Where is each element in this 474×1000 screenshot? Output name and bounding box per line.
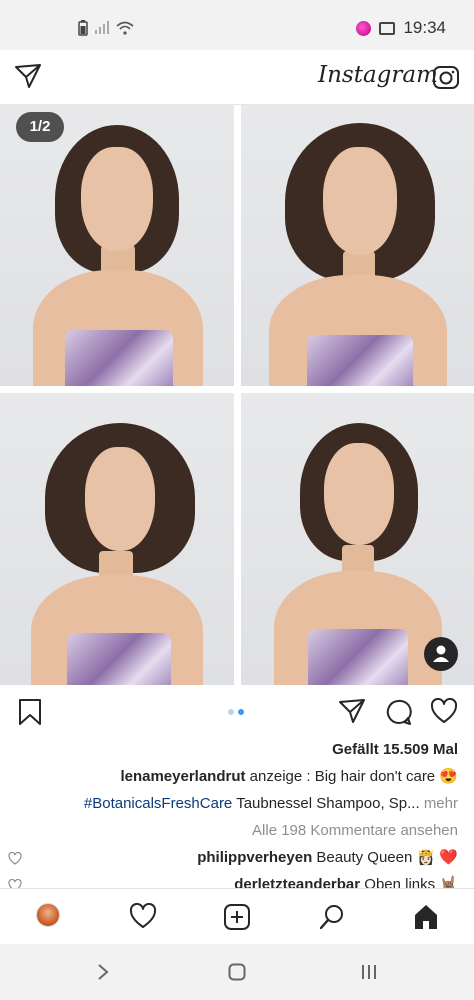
post-caption-area: Gefällt 15.509 Mal lenameyerlandrut anze… xyxy=(8,736,458,898)
profile-avatar[interactable] xyxy=(36,903,60,927)
person-icon xyxy=(433,645,449,662)
search-icon[interactable] xyxy=(318,903,346,931)
status-bar: 19:34 xyxy=(0,0,474,50)
direct-message-icon[interactable] xyxy=(14,63,42,89)
new-post-icon[interactable] xyxy=(223,903,251,931)
caption-text: anzeige : Big hair don't care 😍 xyxy=(249,768,458,785)
battery-icon xyxy=(78,20,88,36)
person-figure xyxy=(27,125,207,386)
person-figure xyxy=(268,423,448,685)
home-icon[interactable] xyxy=(412,903,440,931)
post-photo xyxy=(241,105,474,386)
instagram-logo[interactable]: Instagram xyxy=(318,62,438,88)
post-photo-carousel[interactable] xyxy=(0,105,474,685)
caption-line: lenameyerlandrut anzeige : Big hair don'… xyxy=(8,763,458,790)
camera-icon[interactable] xyxy=(432,63,460,91)
caption-line-2: #BotanicalsFreshCare Taubnessel Shampoo,… xyxy=(8,790,458,817)
comment-icon[interactable] xyxy=(384,698,412,726)
status-left-icons xyxy=(78,20,134,36)
recent-apps-icon[interactable] xyxy=(360,963,378,981)
caption-more-link[interactable]: mehr xyxy=(424,795,458,812)
likes-count[interactable]: Gefällt 15.509 Mal xyxy=(8,736,458,763)
system-navigation-bar xyxy=(0,944,474,1000)
carousel-dot-active xyxy=(238,709,244,715)
bookmark-icon[interactable] xyxy=(18,698,42,726)
wifi-icon xyxy=(116,21,134,35)
comment-item: philippverheyen Beauty Queen 👸🏻 ❤️ xyxy=(8,844,458,871)
app-header: Instagram xyxy=(0,50,474,105)
signal-icon xyxy=(95,21,109,34)
comment-text: Beauty Queen 👸🏻 ❤️ xyxy=(316,849,458,866)
carousel-counter-badge: 1/2 xyxy=(16,112,64,142)
comment-username[interactable]: philippverheyen xyxy=(197,849,312,866)
caption-username[interactable]: lenameyerlandrut xyxy=(120,768,245,785)
activity-heart-icon[interactable] xyxy=(129,903,157,929)
caption-rest: Taubnessel Shampoo, Sp... xyxy=(236,795,420,812)
view-all-comments-link[interactable]: Alle 198 Kommentare ansehen xyxy=(8,817,458,844)
post-photo xyxy=(0,393,234,685)
carousel-dot xyxy=(228,709,234,715)
status-right: 19:34 xyxy=(356,18,446,38)
post-action-bar xyxy=(0,688,474,736)
bottom-navigation xyxy=(0,888,474,944)
carousel-indicator xyxy=(228,709,244,715)
app-notification-icon xyxy=(356,20,372,36)
person-figure xyxy=(27,423,207,685)
share-icon[interactable] xyxy=(338,698,366,724)
like-heart-icon[interactable] xyxy=(430,698,458,724)
back-chevron-icon[interactable] xyxy=(96,963,110,981)
tagged-user-icon[interactable] xyxy=(424,637,458,671)
status-time: 19:34 xyxy=(403,18,446,37)
post-photo xyxy=(0,105,234,386)
home-button-icon[interactable] xyxy=(228,963,246,981)
caption-hashtag[interactable]: #BotanicalsFreshCare xyxy=(84,795,232,812)
image-icon xyxy=(379,21,396,35)
person-figure xyxy=(263,123,453,386)
comment-like-icon[interactable] xyxy=(8,852,22,865)
